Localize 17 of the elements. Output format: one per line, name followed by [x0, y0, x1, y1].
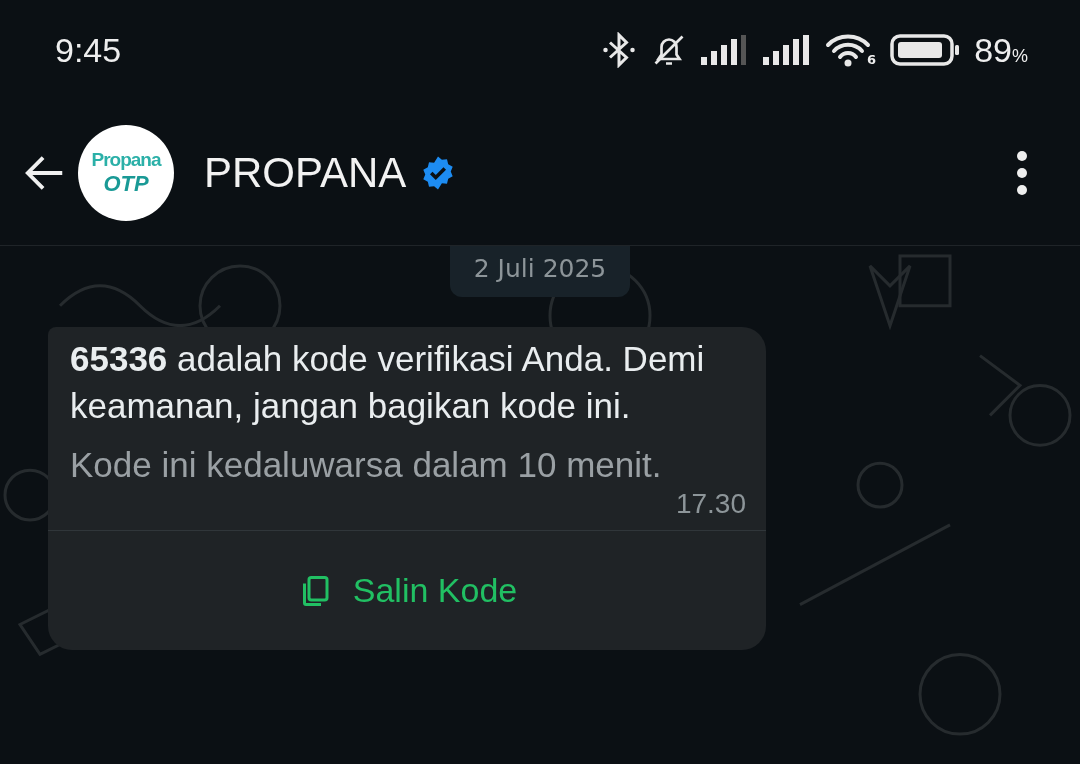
contact-name[interactable]: PROPANA — [204, 148, 407, 197]
avatar-logo[interactable]: Propana OTP — [78, 124, 174, 221]
copy-code-button[interactable]: Salin Kode — [48, 530, 766, 650]
battery-percent: 89 — [974, 30, 1012, 70]
message-time: 17.30 — [675, 488, 746, 520]
message-footer: Kode ini kedaluwarsa dalam 10 menit. — [70, 441, 746, 488]
date-chip: 2 Juli 2025 — [449, 246, 631, 297]
message-text: 65336 adalah kode verifikasi Anda. Demi keamanan, jangan bagikan kode ini. — [70, 338, 706, 427]
signal-icon — [763, 35, 812, 65]
bluetooth-icon — [601, 32, 638, 68]
clock-time: 9:45 — [55, 30, 122, 70]
percent-sign: % — [1012, 45, 1028, 67]
more-options-icon[interactable] — [1016, 149, 1028, 196]
wifi-standard-label: 6 — [867, 52, 877, 67]
logo-subtext: OTP — [103, 170, 149, 197]
logo-text: Propana — [91, 148, 161, 171]
battery-icon — [890, 34, 961, 66]
